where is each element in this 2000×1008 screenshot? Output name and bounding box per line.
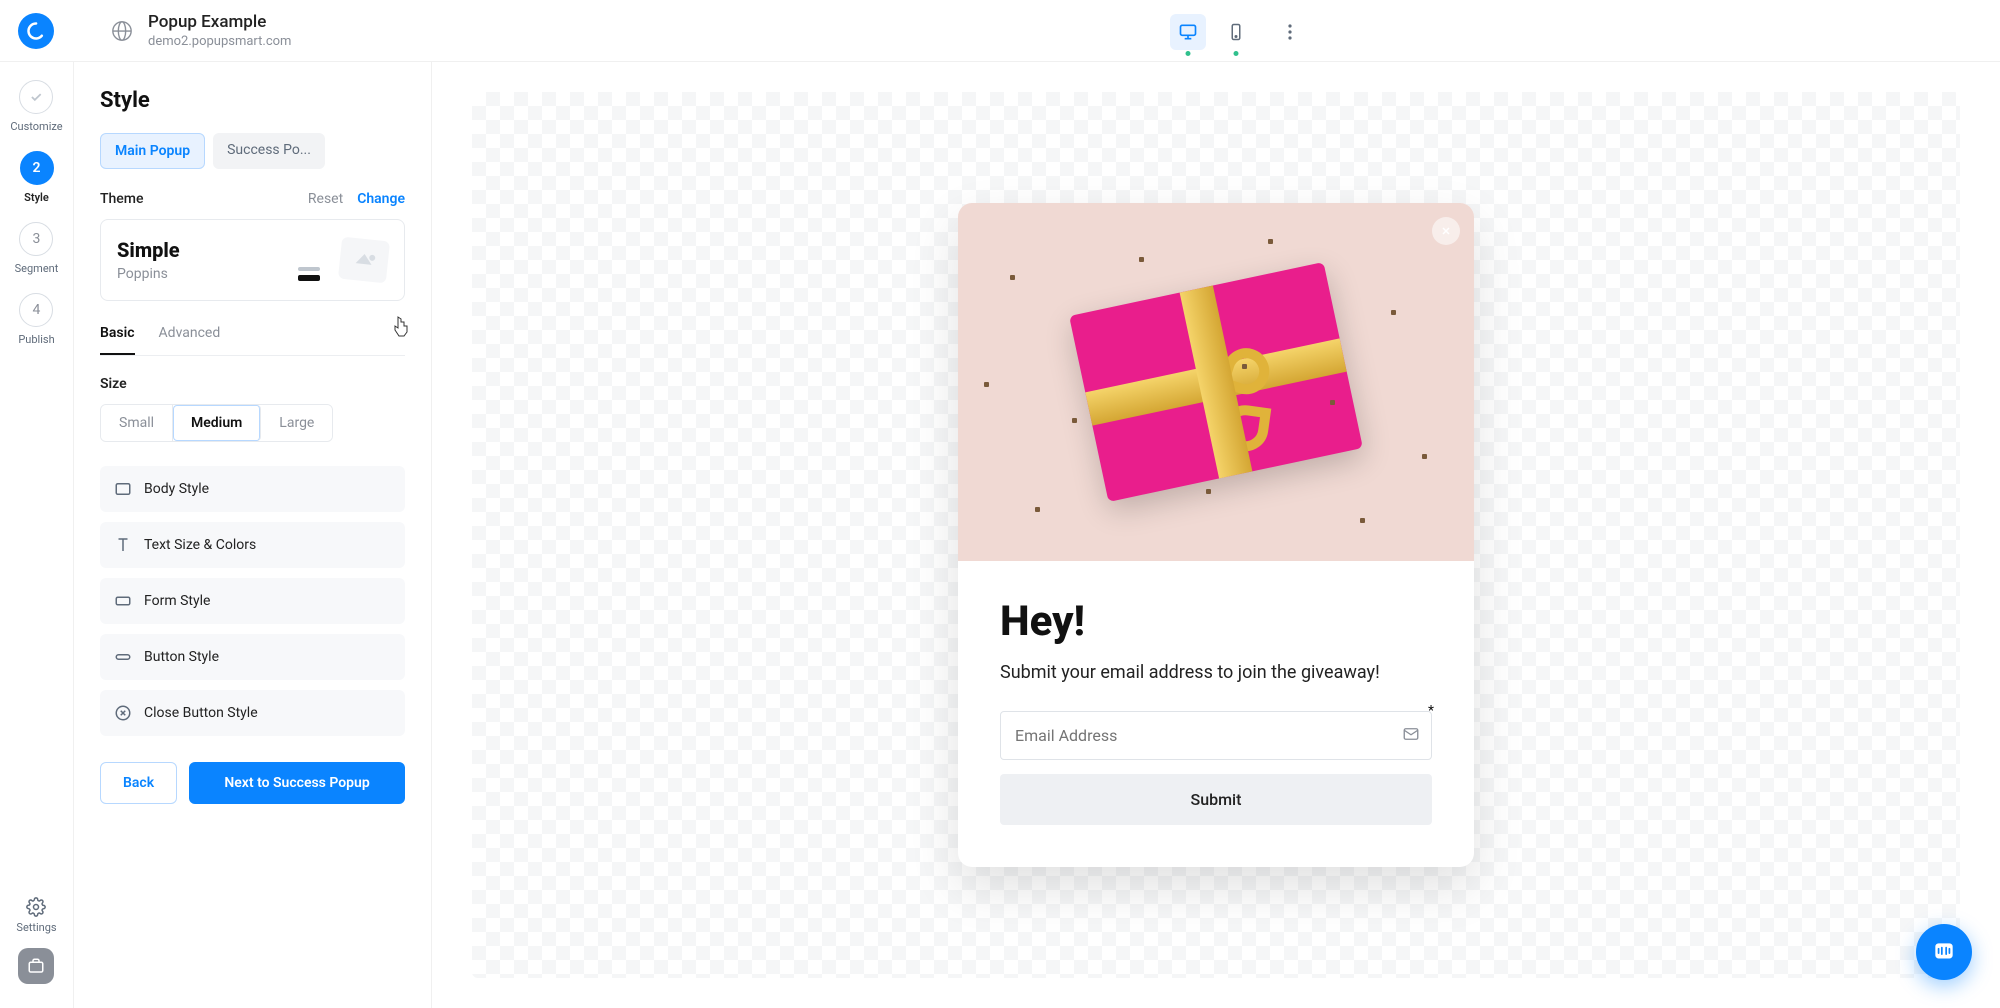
popup-hero-image [958,203,1474,561]
theme-section-label: Theme [100,191,144,207]
kebab-menu[interactable] [1278,20,1302,44]
theme-font: Poppins [117,266,180,282]
rail-step-segment[interactable]: 3 Segment [15,222,59,275]
tab-main-popup[interactable]: Main Popup [100,133,205,169]
top-header: Popup Example demo2.popupsmart.com [0,0,2000,62]
accordion-text-size-colors[interactable]: Text Size & Colors [100,522,405,568]
device-toggle [1170,14,1302,50]
campaign-title: Popup Example [148,12,291,32]
back-button[interactable]: Back [100,762,177,804]
style-subtabs: Basic Advanced [100,325,405,356]
form-icon [114,592,132,610]
accordion-button-style[interactable]: Button Style [100,634,405,680]
size-medium-button[interactable]: Medium [173,405,261,441]
panel-title: Style [100,88,405,113]
style-panel: Style Main Popup Success Po... Theme Res… [74,62,432,1008]
brand-logo[interactable] [18,13,54,49]
accordion-body-style[interactable]: Body Style [100,466,405,512]
tab-success-popup[interactable]: Success Po... [213,133,325,169]
step-rail: Customize 2 Style 3 Segment 4 Publish Se… [0,62,74,1008]
accordion-close-button-style[interactable]: Close Button Style [100,690,405,736]
popup-preview: Hey! Submit your email address to join t… [958,203,1474,867]
mail-icon [1402,725,1420,747]
popup-type-tabs: Main Popup Success Po... [100,133,405,169]
next-button[interactable]: Next to Success Popup [189,762,405,804]
size-segment: Small Medium Large [100,404,333,442]
chat-widget-button[interactable] [1916,924,1972,980]
campaign-title-block: Popup Example demo2.popupsmart.com [148,12,291,49]
size-label: Size [100,376,405,392]
device-mobile-button[interactable] [1218,14,1254,50]
rectangle-icon [114,480,132,498]
rail-step-customize[interactable]: Customize [10,80,62,133]
button-icon [114,648,132,666]
device-desktop-button[interactable] [1170,14,1206,50]
accordion-form-style[interactable]: Form Style [100,578,405,624]
rail-step-style[interactable]: 2 Style [20,151,54,204]
close-circle-icon [114,704,132,722]
size-small-button[interactable]: Small [101,405,173,441]
theme-preview-icon [294,239,388,281]
briefcase-button[interactable] [18,948,54,984]
campaign-domain: demo2.popupsmart.com [148,34,291,49]
email-input[interactable] [1000,711,1432,760]
text-icon [114,536,132,554]
size-large-button[interactable]: Large [261,405,332,441]
popup-headline: Hey! [1000,597,1432,646]
theme-name: Simple [117,238,180,262]
theme-card[interactable]: Simple Poppins [100,219,405,301]
popup-submit-button[interactable]: Submit [1000,774,1432,825]
popup-close-button[interactable] [1432,217,1460,245]
rail-settings[interactable]: Settings [16,897,56,934]
theme-reset-link[interactable]: Reset [308,191,343,207]
globe-icon [108,17,136,45]
theme-change-link[interactable]: Change [357,191,405,207]
popup-subtext: Submit your email address to join the gi… [1000,662,1432,683]
required-asterisk: * [1428,703,1434,719]
subtab-advanced[interactable]: Advanced [159,325,221,355]
rail-step-publish[interactable]: 4 Publish [18,293,54,346]
preview-canvas: Hey! Submit your email address to join t… [432,62,2000,1008]
subtab-basic[interactable]: Basic [100,325,135,355]
